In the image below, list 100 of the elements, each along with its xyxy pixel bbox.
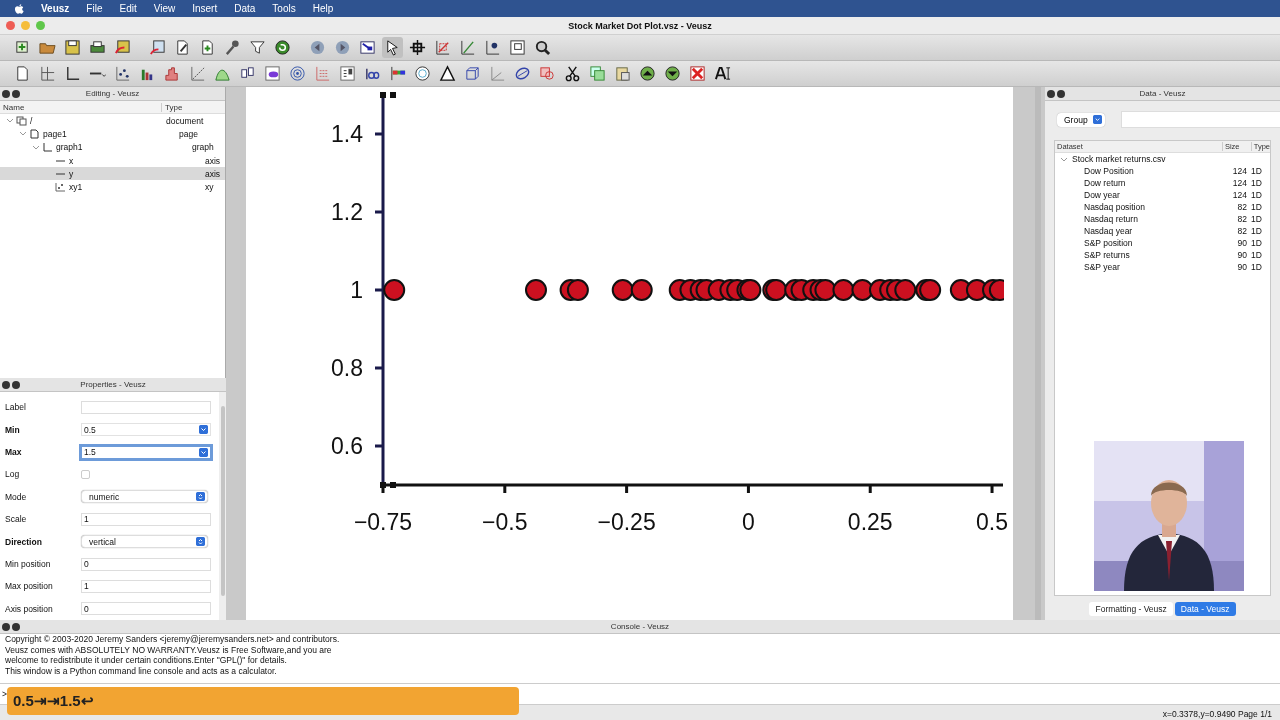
cube-icon[interactable] (464, 65, 481, 82)
dataset-row[interactable]: Nasdaq position 82 1D (1055, 201, 1270, 213)
zoom-graph-icon[interactable] (434, 39, 451, 56)
dataset-row[interactable]: Dow return 124 1D (1055, 177, 1270, 189)
property-label: Min (4, 424, 21, 435)
plot-window-icon[interactable] (509, 39, 526, 56)
shapes-icon[interactable] (539, 65, 556, 82)
combo-field[interactable]: 1.5 (81, 445, 211, 459)
dataset-row[interactable]: S&P position 90 1D (1055, 237, 1270, 249)
menu-item[interactable]: View (153, 3, 176, 14)
dropdown-select[interactable]: vertical (81, 535, 208, 549)
close-panel-button[interactable] (2, 622, 10, 631)
float-panel-button[interactable] (12, 380, 20, 389)
text-field[interactable]: 0 (81, 557, 211, 571)
group-dropdown[interactable]: Group (1057, 112, 1105, 127)
tree-row[interactable]: page1 page (0, 127, 225, 141)
cut-icon[interactable] (564, 65, 581, 82)
data-point-icon[interactable] (484, 39, 501, 56)
dropdown-arrow-icon[interactable] (199, 447, 208, 457)
back-icon[interactable] (309, 39, 326, 56)
fit-icon[interactable] (189, 65, 206, 82)
contour-icon[interactable] (289, 65, 306, 82)
tree-row[interactable]: / document (0, 114, 225, 128)
search-field[interactable] (1120, 111, 1280, 128)
grid-icon[interactable] (39, 65, 56, 82)
pointer-icon[interactable] (384, 39, 401, 56)
float-panel-button[interactable] (1057, 89, 1065, 98)
reload-icon[interactable] (274, 39, 291, 56)
move-up-icon[interactable] (639, 65, 656, 82)
column-header: Type (164, 102, 183, 112)
triangle-icon[interactable] (439, 65, 456, 82)
copy-icon[interactable] (589, 65, 606, 82)
ternary-icon[interactable] (514, 65, 531, 82)
dataset-row[interactable]: Dow year 124 1D (1055, 189, 1270, 201)
import-icon[interactable] (149, 39, 166, 56)
paste-icon[interactable] (614, 65, 631, 82)
image-icon[interactable] (264, 65, 281, 82)
dataset-row[interactable]: S&P returns 90 1D (1055, 249, 1270, 261)
tree-row[interactable]: x axis (0, 153, 225, 168)
menu-item[interactable]: File (86, 3, 103, 14)
dataset-row[interactable]: Nasdaq return 82 1D (1055, 213, 1270, 225)
menu-item[interactable]: Veusz (41, 3, 70, 14)
histogram-icon[interactable] (164, 65, 181, 82)
panel-tab[interactable]: Formatting - Veusz (1089, 602, 1173, 616)
text-field[interactable]: 0 (81, 602, 211, 616)
delete-icon[interactable] (689, 65, 706, 82)
page-icon[interactable] (14, 65, 31, 82)
vector-field-icon[interactable] (314, 65, 331, 82)
printer-icon[interactable] (89, 39, 106, 56)
add-data-icon[interactable] (199, 39, 216, 56)
scatter-plot-icon[interactable] (114, 65, 131, 82)
scrollbar[interactable] (1035, 87, 1041, 620)
float-panel-button[interactable] (12, 622, 20, 631)
filter-icon[interactable] (249, 39, 266, 56)
scrollbar-thumb[interactable] (220, 406, 225, 597)
close-button[interactable] (6, 21, 15, 30)
key-icon[interactable] (339, 65, 356, 82)
tree-row[interactable]: y axis (0, 167, 225, 181)
axis-scale-icon[interactable] (459, 39, 476, 56)
export-icon[interactable] (114, 39, 131, 56)
dataset-row[interactable]: Dow Position 124 1D (1055, 165, 1270, 177)
text-field[interactable] (81, 400, 211, 414)
panel-tab[interactable]: Data - Veusz (1174, 602, 1236, 616)
console-line: Veusz comes with ABSOLUTELY NO WARRANTY.Veusz is Free Software,and you are (5, 644, 333, 655)
colorbar-icon[interactable] (389, 65, 406, 82)
new-document-icon[interactable] (14, 39, 31, 56)
apple-logo-icon[interactable] (13, 2, 24, 15)
float-panel-button[interactable] (12, 89, 20, 98)
dropdown-select[interactable]: numeric (81, 490, 208, 504)
dataset-type: 1D (1251, 190, 1262, 200)
menu-item[interactable]: Help (312, 3, 334, 14)
tree-row[interactable]: xy1 xy (0, 180, 225, 194)
menu-item[interactable]: Tools (272, 3, 296, 14)
close-panel-button[interactable] (2, 380, 10, 389)
ellipse-icon[interactable] (414, 65, 431, 82)
menu-item[interactable]: Edit (119, 3, 137, 14)
combo-field[interactable]: 0.5 (81, 423, 211, 437)
checkbox[interactable] (81, 469, 90, 479)
save-icon[interactable] (64, 39, 81, 56)
menu-item[interactable]: Data (234, 3, 256, 14)
menu-item[interactable]: Insert (192, 3, 218, 14)
text-field[interactable]: 1 (81, 512, 211, 526)
edit-icon[interactable] (174, 39, 191, 56)
dropdown-arrow-icon[interactable] (199, 425, 208, 435)
close-panel-button[interactable] (2, 89, 10, 98)
y-tick-label: 0.8 (331, 355, 363, 381)
forward-icon[interactable] (334, 39, 351, 56)
zoom-icon[interactable] (534, 39, 551, 56)
rename-icon[interactable] (714, 65, 731, 82)
dataset-row[interactable]: Stock market returns.csv (1055, 153, 1270, 165)
move-down-icon[interactable] (664, 65, 681, 82)
text-field[interactable]: 1 (81, 579, 211, 593)
crosshair-icon[interactable] (409, 39, 426, 56)
graph-axes-icon[interactable] (64, 65, 81, 82)
tree-row[interactable]: graph1 graph (0, 140, 225, 154)
close-panel-button[interactable] (1047, 89, 1055, 98)
dataset-row[interactable]: Nasdaq year 82 1D (1055, 225, 1270, 237)
zoom-page-icon[interactable] (359, 39, 376, 56)
dataset-row[interactable]: S&P year 90 1D (1055, 261, 1270, 273)
microphone-icon[interactable] (224, 39, 241, 56)
